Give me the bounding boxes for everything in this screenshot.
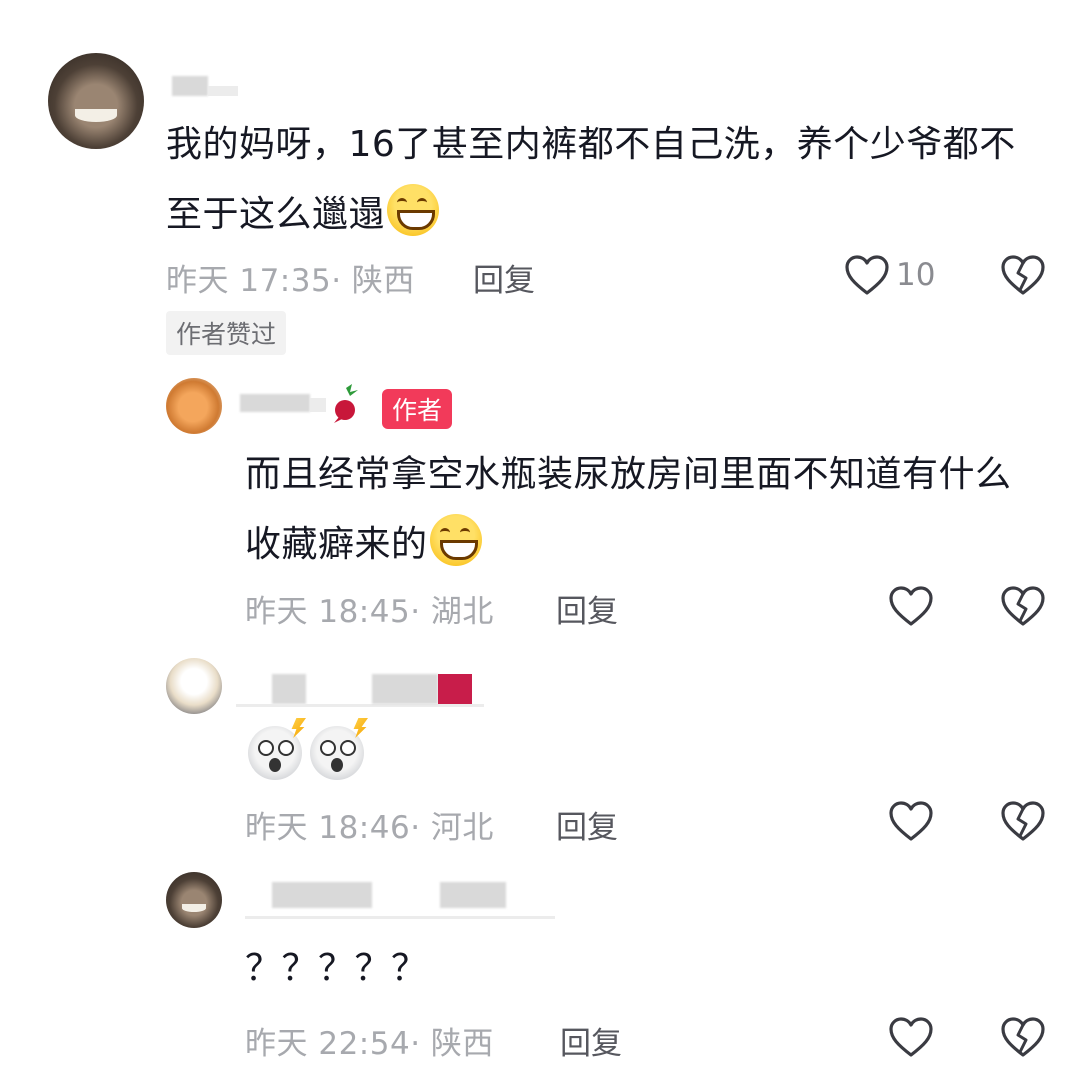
username-blurred[interactable]	[172, 76, 208, 96]
username-blurred-extension	[236, 704, 484, 707]
heart-icon	[845, 255, 889, 295]
username-blurred[interactable]	[272, 882, 372, 908]
comment-text: 我的妈呀，16了甚至内裤都不自己洗，养个少爷都不至于这么邋遢	[166, 110, 1046, 250]
username-blurred[interactable]	[240, 394, 310, 412]
reply-button[interactable]: 回复	[556, 802, 618, 847]
dislike-broken-heart-icon	[1001, 1017, 1045, 1057]
avatar[interactable]	[166, 872, 222, 928]
reply-button[interactable]: 回复	[473, 255, 535, 300]
shocked-emoji-icon	[310, 718, 368, 780]
comment-body: 我的妈呀，16了甚至内裤都不自己洗，养个少爷都不至于这么邋遢	[166, 124, 1016, 235]
comment-meta: 昨天 22:54· 陕西	[245, 1026, 494, 1062]
dislike-button[interactable]	[1000, 254, 1046, 296]
avatar-face	[181, 904, 207, 913]
shocked-emoji-icon	[248, 718, 306, 780]
comment-emoji-row	[248, 718, 448, 786]
dislike-button[interactable]	[1000, 1016, 1046, 1058]
author-badge: 作者	[382, 389, 453, 429]
username-blurred-color	[438, 674, 472, 704]
like-count: 10	[896, 257, 936, 293]
heart-icon	[889, 801, 933, 841]
avatar[interactable]	[166, 658, 222, 714]
dislike-button[interactable]	[1000, 585, 1046, 627]
comment-meta: 昨天 18:46· 河北	[245, 810, 494, 846]
username-blurred-extension	[310, 398, 326, 412]
grin-emoji-icon	[429, 514, 482, 566]
username-blurred-extension	[245, 916, 555, 919]
like-button[interactable]	[844, 254, 890, 296]
liked-by-author-tag: 作者赞过	[166, 311, 287, 355]
avatar[interactable]	[48, 53, 144, 149]
dislike-button[interactable]	[1000, 800, 1046, 842]
dislike-broken-heart-icon	[1001, 801, 1045, 841]
comment-text: ？？？？？	[245, 948, 428, 989]
like-button[interactable]	[888, 1016, 934, 1058]
comment-meta: 昨天 17:35· 陕西	[166, 263, 415, 299]
heart-icon	[889, 1017, 933, 1057]
dislike-broken-heart-icon	[1001, 255, 1045, 295]
username-blurred	[440, 882, 506, 908]
comment-body: 而且经常拿空水瓶装尿放房间里面不知道有什么收藏癖来的	[245, 454, 1012, 565]
grin-emoji-icon	[387, 184, 440, 236]
avatar[interactable]	[166, 378, 222, 434]
dislike-broken-heart-icon	[1001, 586, 1045, 626]
username-blurred	[372, 674, 438, 704]
reply-button[interactable]: 回复	[556, 586, 618, 631]
username-blurred[interactable]	[272, 674, 306, 704]
reply-button[interactable]: 回复	[560, 1018, 622, 1063]
comment-meta: 昨天 18:45· 湖北	[245, 594, 494, 630]
username-blurred-extension	[208, 86, 238, 96]
comment-text: 而且经常拿空水瓶装尿放房间里面不知道有什么收藏癖来的	[245, 440, 1045, 580]
like-button[interactable]	[888, 585, 934, 627]
radish-emoji-icon	[330, 384, 362, 424]
like-button[interactable]	[888, 800, 934, 842]
avatar-face	[74, 108, 118, 123]
heart-icon	[889, 586, 933, 626]
